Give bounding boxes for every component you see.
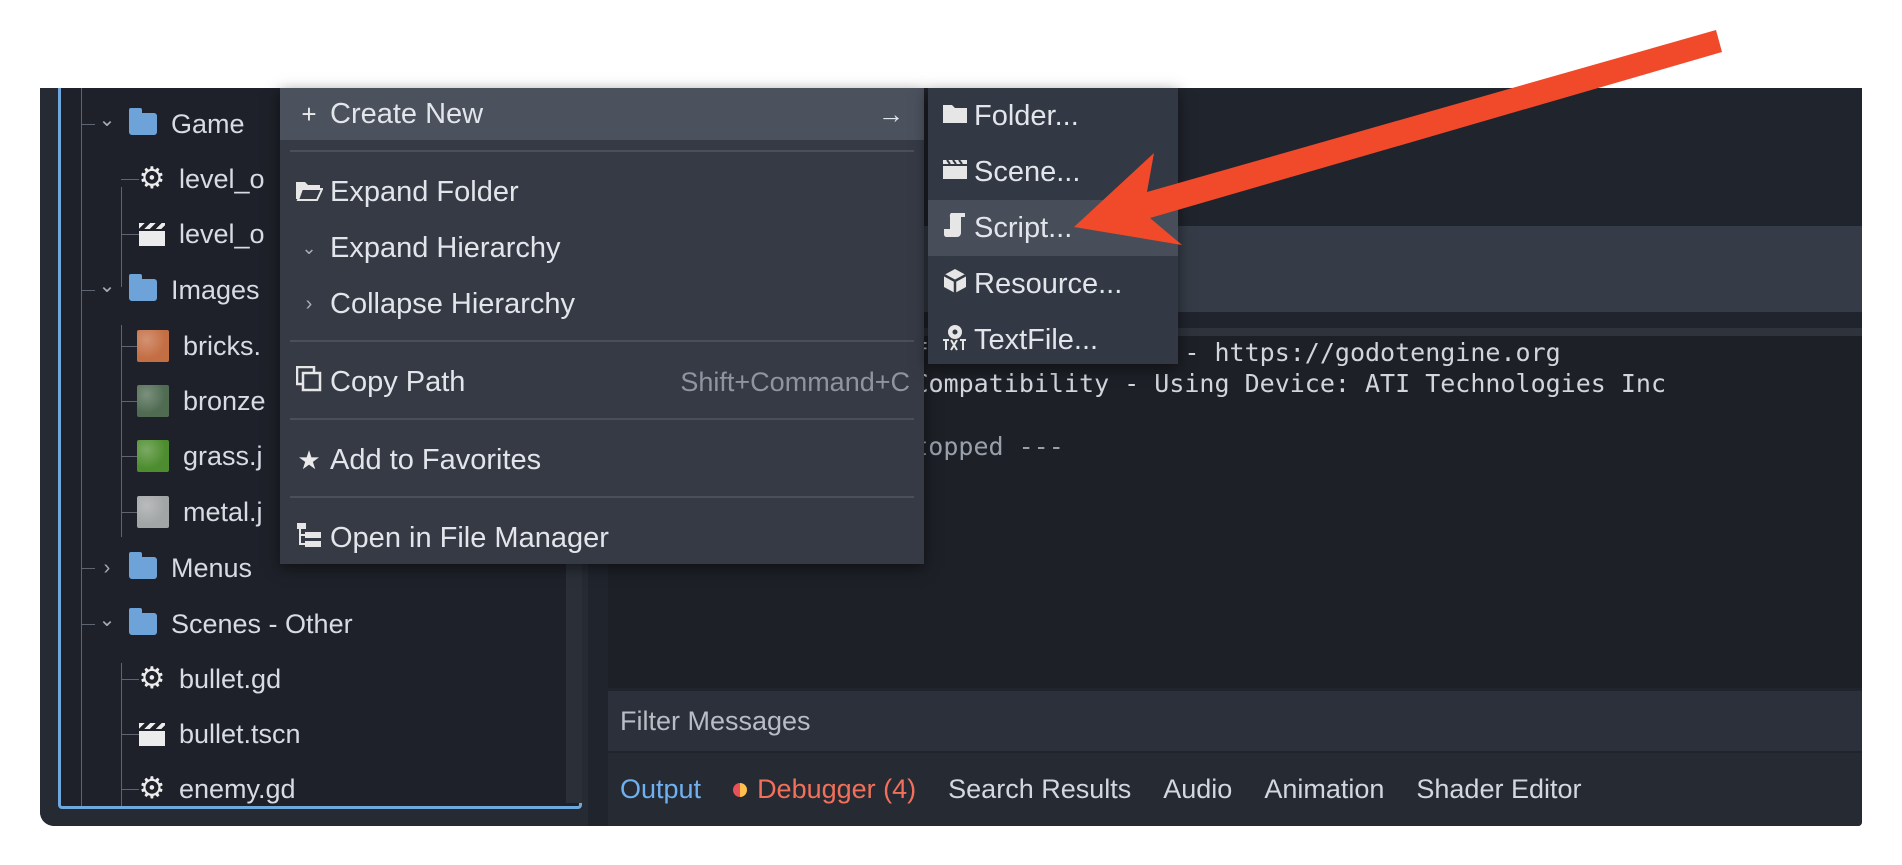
- annotation-arrow-icon: [1074, 30, 1722, 245]
